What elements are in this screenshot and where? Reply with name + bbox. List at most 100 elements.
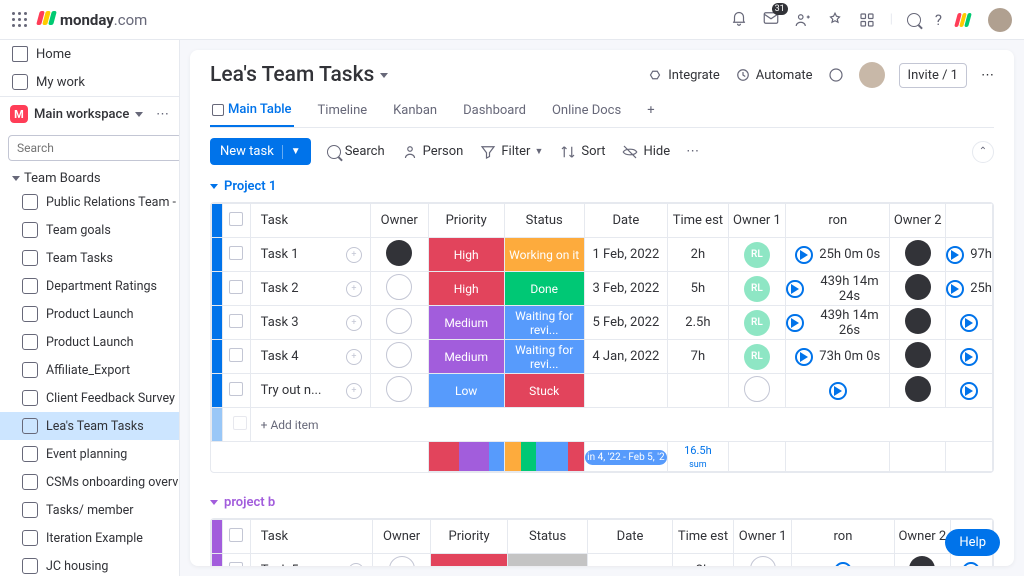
sidebar-item[interactable]: Department Ratings xyxy=(0,272,179,300)
checkbox[interactable] xyxy=(229,280,243,294)
add-view-button[interactable]: + xyxy=(645,96,656,127)
col-task[interactable]: Task xyxy=(250,204,370,238)
date-cell[interactable]: 3 Feb, 2022 xyxy=(584,272,668,306)
time-est-cell[interactable]: 7h xyxy=(668,340,728,374)
task-name-cell[interactable]: Task 5+ xyxy=(250,554,372,567)
col-owner[interactable]: Owner xyxy=(370,204,428,238)
owner-empty[interactable] xyxy=(386,274,412,300)
board-owner-avatar[interactable] xyxy=(859,62,885,88)
time-est-cell[interactable]: 2h xyxy=(668,238,728,272)
owner2-avatar[interactable] xyxy=(905,274,931,300)
col-ron[interactable]: ron xyxy=(792,520,894,554)
invite-button[interactable]: Invite / 1 xyxy=(899,63,967,88)
sidebar-item[interactable]: CSMs onboarding overvi... xyxy=(0,468,179,496)
status-cell[interactable]: Waiting for revi... xyxy=(505,340,584,373)
sort-tool[interactable]: Sort xyxy=(559,143,605,161)
priority-cell[interactable]: High xyxy=(431,554,507,566)
sidebar-group-header[interactable]: Team Boards xyxy=(0,165,179,188)
owner1-empty[interactable] xyxy=(744,376,770,402)
help-button[interactable]: Help xyxy=(945,529,1000,556)
tab[interactable]: Kanban xyxy=(391,96,439,127)
sidebar-item[interactable]: Product Launch xyxy=(0,328,179,356)
owner1-badge[interactable]: RL xyxy=(744,310,770,336)
status-cell[interactable]: Working on it xyxy=(505,238,584,271)
col-owner1[interactable]: Owner 1 xyxy=(734,520,792,554)
sidebar-item[interactable]: JC housing xyxy=(0,552,179,576)
group-header[interactable]: Project 1 xyxy=(210,175,994,202)
sidebar-item[interactable]: Team goals xyxy=(0,216,179,244)
priority-cell[interactable]: High xyxy=(429,272,504,305)
play-icon[interactable] xyxy=(946,280,964,298)
col-date[interactable]: Date xyxy=(588,520,673,554)
col-task[interactable]: Task xyxy=(250,520,372,554)
checkbox[interactable] xyxy=(229,246,243,260)
time-est-cell[interactable]: 2.5h xyxy=(668,306,728,340)
workspace-menu-icon[interactable]: ⋯ xyxy=(156,107,169,122)
help-icon[interactable]: ? xyxy=(935,11,942,29)
task-name-cell[interactable]: Task 4+ xyxy=(250,340,370,374)
search-tool[interactable]: Search xyxy=(327,144,385,159)
nav-mywork[interactable]: My work xyxy=(0,68,179,96)
col-priority[interactable]: Priority xyxy=(428,204,504,238)
sidebar-search-input[interactable] xyxy=(8,135,180,161)
owner-empty[interactable] xyxy=(389,556,415,567)
owner1-badge[interactable]: RL xyxy=(744,276,770,302)
owner2-avatar[interactable] xyxy=(905,308,931,334)
tab[interactable]: Dashboard xyxy=(461,96,528,127)
apps-icon[interactable] xyxy=(826,11,844,29)
conversation-icon[interactable]: + xyxy=(346,247,362,263)
col-status[interactable]: Status xyxy=(504,204,584,238)
conversation-icon[interactable]: + xyxy=(346,281,362,297)
workspace-selector[interactable]: MMain workspace⋯ xyxy=(0,96,179,131)
col-owner2[interactable]: Owner 2 xyxy=(890,204,946,238)
integrate-button[interactable]: Integrate xyxy=(646,66,720,84)
owner-empty[interactable] xyxy=(386,376,412,402)
sidebar-item[interactable]: Team Tasks xyxy=(0,244,179,272)
add-item-row[interactable]: + Add item xyxy=(212,408,993,442)
sidebar-item[interactable]: Public Relations Team - R... xyxy=(0,188,179,216)
status-cell[interactable]: Stuck xyxy=(505,374,584,407)
status-cell[interactable]: Waiting for revi... xyxy=(505,306,584,339)
col-owner[interactable]: Owner xyxy=(373,520,431,554)
task-name-cell[interactable]: Try out n...+ xyxy=(250,374,370,408)
new-task-button[interactable]: New task▼ xyxy=(210,138,311,165)
more-icon[interactable]: ⋯ xyxy=(981,68,994,83)
checkbox[interactable] xyxy=(229,382,243,396)
conversation-icon[interactable]: + xyxy=(346,315,362,331)
person-tool[interactable]: Person xyxy=(401,143,464,161)
col-status[interactable]: Status xyxy=(508,520,588,554)
timer-cell[interactable]: 73h 0m 0s xyxy=(786,348,889,366)
tab[interactable]: Timeline xyxy=(316,96,370,127)
timer-cell[interactable]: 439h 14m 24s xyxy=(786,274,889,304)
date-cell[interactable] xyxy=(584,374,668,408)
sidebar-item[interactable]: Lea's Team Tasks xyxy=(0,412,179,440)
inbox-icon[interactable] xyxy=(762,9,780,31)
time-est-cell[interactable]: 5h xyxy=(668,272,728,306)
marketplace-icon[interactable] xyxy=(858,11,876,29)
checkbox-all[interactable] xyxy=(229,212,243,226)
owner2-avatar[interactable] xyxy=(905,240,931,266)
checkbox[interactable] xyxy=(229,348,243,362)
play-icon[interactable] xyxy=(960,314,978,332)
hide-tool[interactable]: Hide xyxy=(621,143,670,161)
date-cell[interactable]: 5 Feb, 2022 xyxy=(584,306,668,340)
col-owner2[interactable]: Owner 2 xyxy=(894,520,950,554)
checkbox-all[interactable] xyxy=(229,528,243,542)
col-date[interactable]: Date xyxy=(584,204,668,238)
date-cell[interactable]: 1 Feb, 2022 xyxy=(584,238,668,272)
group-header[interactable]: project b xyxy=(210,491,994,518)
more-tools-icon[interactable]: ⋯ xyxy=(686,144,699,159)
date-cell[interactable] xyxy=(588,554,673,567)
play-icon[interactable] xyxy=(960,382,978,400)
play-icon[interactable] xyxy=(960,348,978,366)
tab[interactable]: Online Docs xyxy=(550,96,623,127)
owner-empty[interactable] xyxy=(386,342,412,368)
owner1-empty[interactable] xyxy=(750,556,776,567)
sidebar-item[interactable]: Iteration Example xyxy=(0,524,179,552)
priority-cell[interactable]: Low xyxy=(429,374,504,407)
timer-cell[interactable] xyxy=(792,562,893,567)
task-name-cell[interactable]: Task 3+ xyxy=(250,306,370,340)
logo[interactable]: monday.com xyxy=(38,11,147,29)
status-cell[interactable]: Done xyxy=(505,272,584,305)
owner1-badge[interactable]: RL xyxy=(744,344,770,370)
